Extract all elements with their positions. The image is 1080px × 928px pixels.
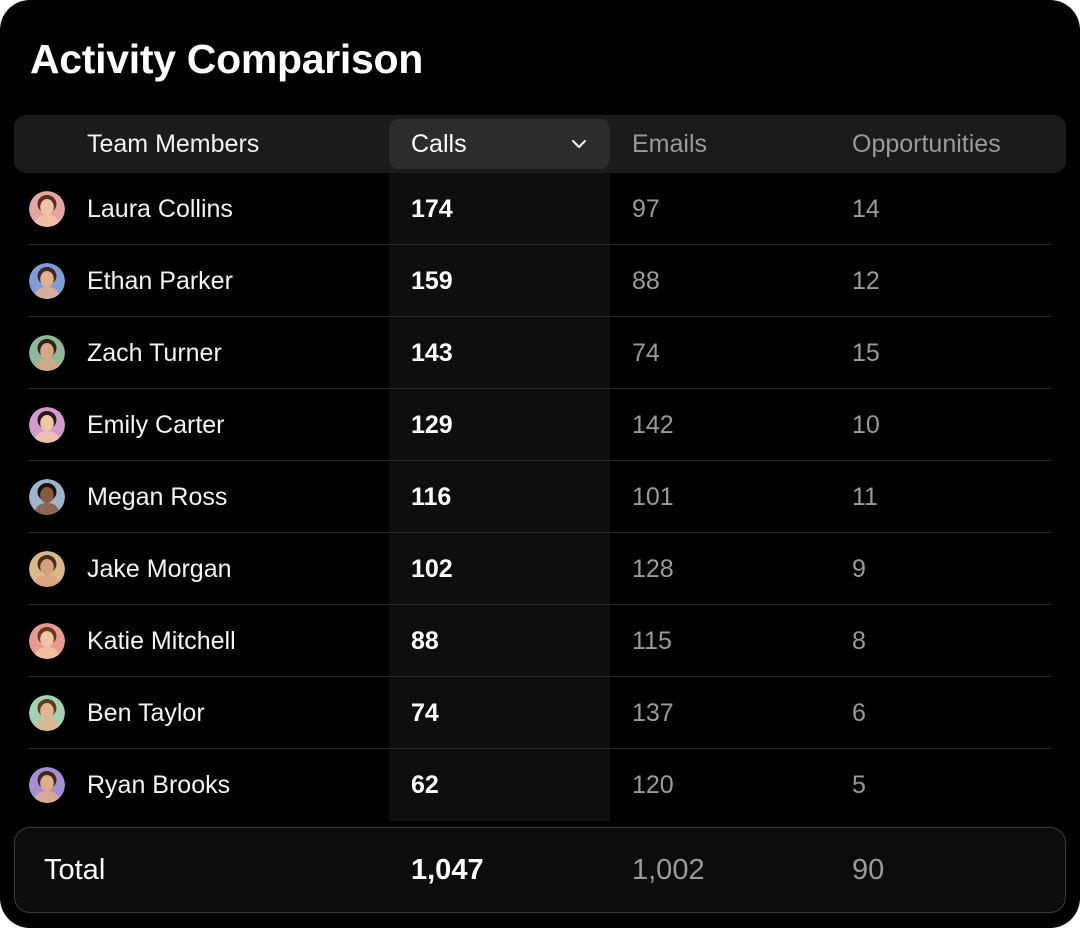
emails-value: 88 [632,266,660,295]
total-emails: 1,002 [632,853,705,886]
member-name: Megan Ross [87,482,228,511]
opportunities-value: 10 [852,410,880,439]
calls-value: 62 [411,770,439,799]
table-row[interactable]: Katie Mitchell 88 115 8 [0,605,1080,677]
emails-value: 115 [632,626,672,655]
total-row [14,827,1066,913]
total-label: Total [44,853,106,886]
member-name: Ethan Parker [87,266,233,295]
table-row[interactable]: Jake Morgan 102 128 9 [0,533,1080,605]
calls-value: 102 [411,554,453,583]
calls-value: 174 [411,194,453,223]
emails-value: 128 [632,554,674,583]
emails-value: 137 [632,698,674,727]
member-name: Emily Carter [87,410,225,439]
opportunities-value: 11 [852,482,878,511]
table-row[interactable]: Ryan Brooks 62 120 5 [0,749,1080,821]
avatar [29,551,65,587]
emails-value: 74 [632,338,660,367]
avatar [29,695,65,731]
member-name: Zach Turner [87,338,222,367]
total-opportunities: 90 [852,853,885,886]
member-name: Laura Collins [87,194,233,223]
avatar [29,479,65,515]
avatar [29,263,65,299]
emails-value: 101 [632,482,674,511]
calls-value: 129 [411,410,453,439]
calls-value: 74 [411,698,439,727]
emails-value: 97 [632,194,660,223]
opportunities-value: 15 [852,338,880,367]
table-row[interactable]: Laura Collins 174 97 14 [0,173,1080,245]
header-calls-label: Calls [411,130,467,158]
opportunities-value: 5 [852,770,866,799]
header-calls-sort-dropdown[interactable]: Calls [389,119,610,169]
table-row[interactable]: Ethan Parker 159 88 12 [0,245,1080,317]
avatar [29,407,65,443]
member-name: Jake Morgan [87,554,232,583]
calls-value: 159 [411,266,453,295]
table-row[interactable]: Emily Carter 129 142 10 [0,389,1080,461]
member-name: Katie Mitchell [87,626,236,655]
opportunities-value: 12 [852,266,880,295]
table-row[interactable]: Zach Turner 143 74 15 [0,317,1080,389]
header-opportunities[interactable]: Opportunities [852,115,1001,173]
avatar [29,767,65,803]
activity-comparison-card: Activity Comparison Team Members Calls E… [0,0,1080,928]
chevron-down-icon [570,135,588,153]
calls-value: 143 [411,338,453,367]
emails-value: 142 [632,410,674,439]
avatar [29,335,65,371]
emails-value: 120 [632,770,674,799]
table-row[interactable]: Ben Taylor 74 137 6 [0,677,1080,749]
member-name: Ben Taylor [87,698,205,727]
avatar [29,191,65,227]
avatar [29,623,65,659]
header-emails[interactable]: Emails [632,115,707,173]
opportunities-value: 8 [852,626,866,655]
table-row[interactable]: Megan Ross 116 101 11 [0,461,1080,533]
header-team-members: Team Members [87,130,260,158]
total-calls: 1,047 [411,853,484,886]
calls-value: 116 [411,482,452,511]
opportunities-value: 9 [852,554,866,583]
opportunities-value: 14 [852,194,880,223]
member-name: Ryan Brooks [87,770,231,799]
page-title: Activity Comparison [30,36,423,82]
opportunities-value: 6 [852,698,866,727]
calls-value: 88 [411,626,439,655]
